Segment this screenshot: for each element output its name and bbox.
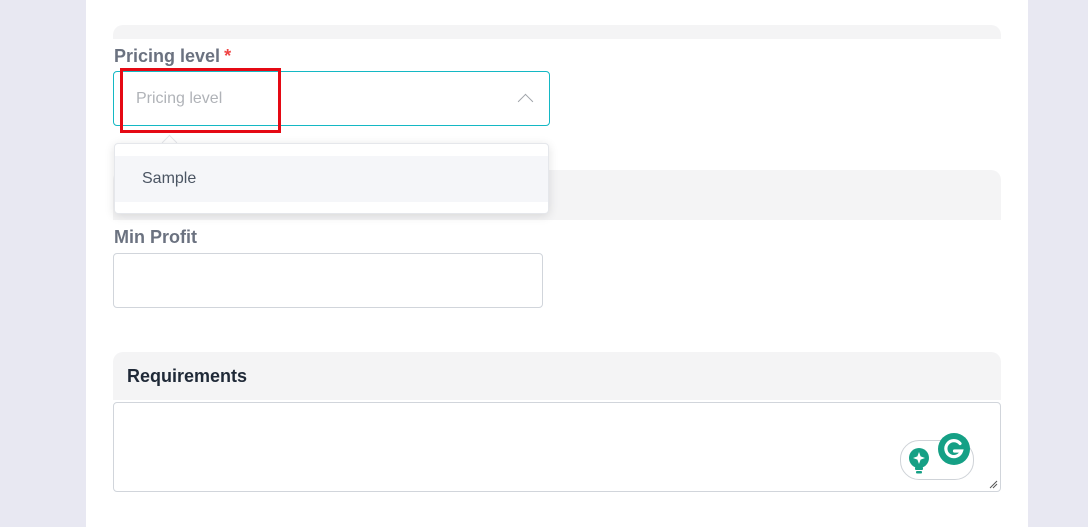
pricing-level-placeholder: Pricing level (136, 90, 223, 107)
min-profit-input[interactable] (113, 253, 543, 308)
pricing-level-label-text: Pricing level (114, 46, 221, 66)
requirements-textarea[interactable] (113, 402, 1001, 492)
min-profit-label: Min Profit (114, 227, 197, 247)
required-asterisk: * (224, 46, 232, 66)
chevron-up-icon[interactable] (517, 93, 534, 110)
resize-handle-icon[interactable] (988, 479, 998, 489)
pricing-level-dropdown: Sample (114, 143, 549, 214)
grammarly-icon[interactable] (937, 432, 971, 466)
dropdown-option-sample[interactable]: Sample (115, 156, 548, 202)
lightbulb-icon[interactable] (906, 446, 932, 476)
pricing-level-label: Pricing level * (114, 46, 231, 67)
section-header-top (113, 25, 1001, 39)
pricing-level-select[interactable]: Pricing level (113, 71, 550, 126)
requirements-title: Requirements (127, 366, 248, 386)
